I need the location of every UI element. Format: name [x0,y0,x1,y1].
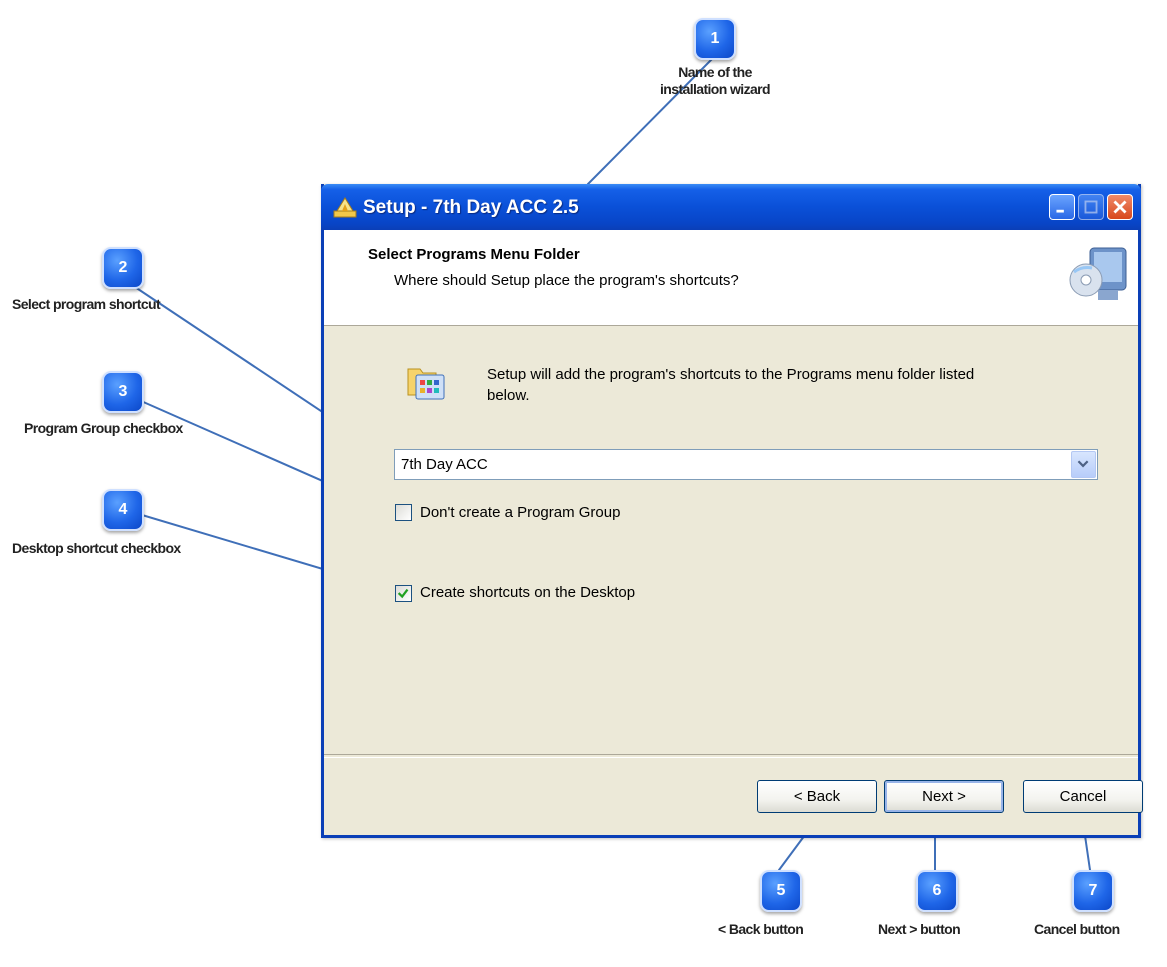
program-group-label[interactable]: Don't create a Program Group [420,504,620,521]
callout-label-6: Next > button [878,921,961,937]
setup-window: Setup - 7th Day ACC 2.5 Select Programs … [321,184,1143,838]
program-folder-value: 7th Day ACC [401,456,488,473]
callout-badge-7: 7 [1072,870,1114,912]
app-icon [333,197,357,218]
callout-badge-1: 1 [694,18,736,60]
checkmark-icon [397,588,409,599]
footer-separator [324,754,1138,758]
callout-badge-3: 3 [102,371,144,413]
program-group-checkbox[interactable] [395,504,412,521]
minimize-button[interactable] [1049,194,1075,220]
program-folder-icon [407,368,445,400]
page-title: Select Programs Menu Folder [368,246,580,263]
chevron-down-icon [1077,460,1089,468]
title-bar[interactable]: Setup - 7th Day ACC 2.5 [321,184,1141,230]
callout-label-1: Name of the installation wizard [660,64,771,97]
callout-badge-2: 2 [102,247,144,289]
close-icon [1113,200,1127,214]
window-title: Setup - 7th Day ACC 2.5 [363,197,579,218]
callout-badge-4: 4 [102,489,144,531]
callout-label-4: Desktop shortcut checkbox [12,540,181,556]
back-button[interactable]: < Back [757,780,877,813]
setup-cd-icon [1069,247,1127,300]
close-button[interactable] [1107,194,1133,220]
callout-label-7: Cancel button [1034,921,1120,937]
next-button[interactable]: Next > [884,780,1004,813]
callout-label-2: Select program shortcut [12,296,161,312]
dropdown-button[interactable] [1071,451,1096,478]
callout-label-3: Program Group checkbox [24,420,183,436]
maximize-icon [1084,200,1098,214]
info-text: Setup will add the program's shortcuts t… [487,366,975,404]
page-subtitle: Where should Setup place the program's s… [394,272,739,289]
callout-badge-6: 6 [916,870,958,912]
wizard-header: Select Programs Menu Folder Where should… [324,230,1138,326]
program-folder-select[interactable]: 7th Day ACC [394,449,1098,480]
callout-label-5: < Back button [718,921,804,937]
callout-badge-5: 5 [760,870,802,912]
desktop-shortcut-checkbox[interactable] [395,585,412,602]
maximize-button[interactable] [1078,194,1104,220]
minimize-icon [1056,209,1064,213]
desktop-shortcut-label[interactable]: Create shortcuts on the Desktop [420,584,635,601]
cancel-button[interactable]: Cancel [1023,780,1143,813]
